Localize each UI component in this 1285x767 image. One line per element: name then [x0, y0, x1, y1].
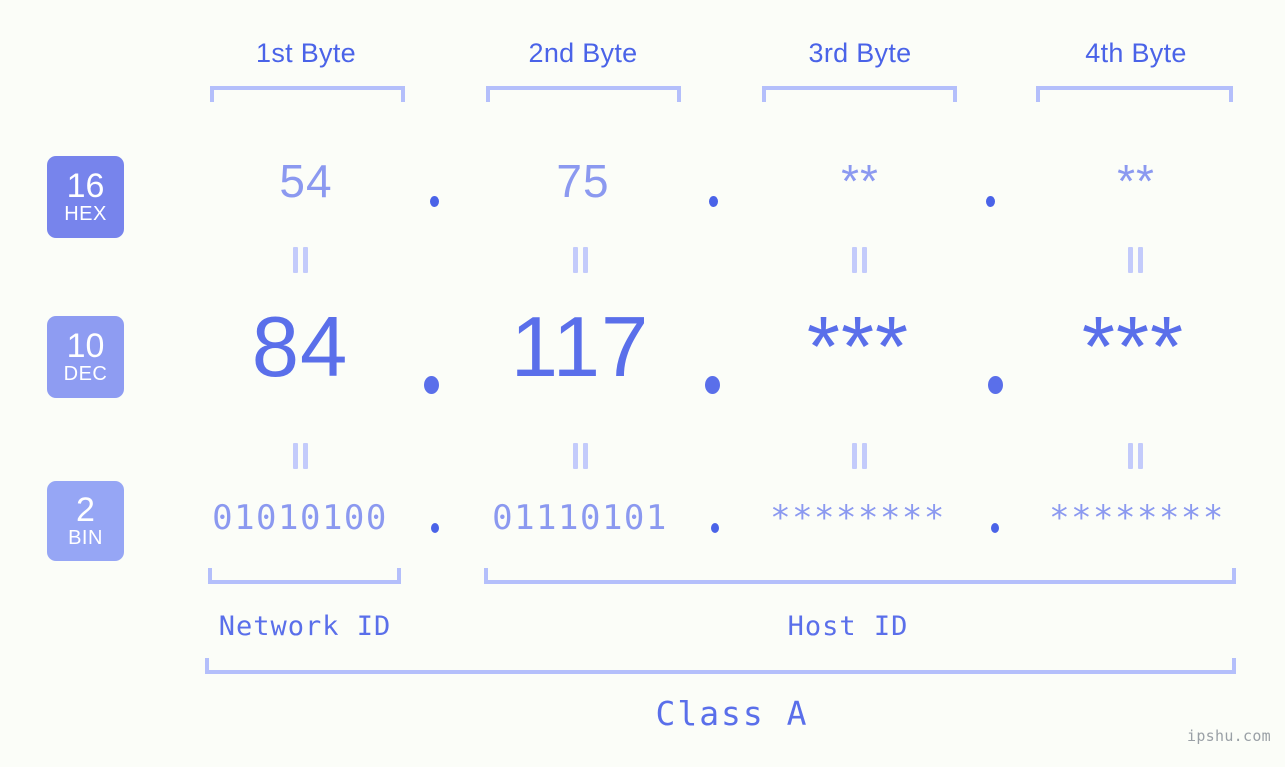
bin-separator-3	[991, 523, 999, 533]
network-id-label: Network ID	[218, 611, 392, 642]
dec-separator-2	[705, 376, 720, 394]
host-id-bracket	[484, 568, 1236, 584]
dec-separator-3	[988, 376, 1003, 394]
byte-bracket-2	[486, 86, 681, 102]
class-bracket	[205, 658, 1236, 674]
bin-byte-1-value: 01010100	[212, 498, 388, 538]
ip-breakdown-diagram: 1st Byte 2nd Byte 3rd Byte 4th Byte 16 H…	[0, 0, 1285, 767]
equality-mark-hex-dec-4	[1125, 247, 1147, 273]
byte-bracket-4	[1036, 86, 1233, 102]
byte-bracket-1	[210, 86, 405, 102]
hex-byte-1-value: 54	[279, 155, 333, 207]
class-label: Class A	[655, 694, 809, 733]
dec-byte-2-value: 117	[510, 300, 650, 395]
hex-byte-4-value: **	[1117, 155, 1155, 207]
radix-badge-hex: 16 HEX	[47, 156, 124, 238]
radix-badge-hex-abbr: HEX	[64, 203, 107, 225]
radix-badge-bin-number: 2	[76, 491, 95, 529]
radix-badge-hex-number: 16	[66, 167, 105, 205]
radix-badge-dec-number: 10	[66, 327, 105, 365]
byte-header-2: 2nd Byte	[528, 38, 638, 68]
byte-header-4: 4th Byte	[1085, 38, 1187, 68]
equality-mark-hex-dec-2	[570, 247, 592, 273]
bin-byte-4-value: ********	[1049, 498, 1225, 538]
hex-separator-1	[430, 196, 439, 207]
host-id-label: Host ID	[787, 611, 909, 642]
byte-bracket-3	[762, 86, 957, 102]
hex-separator-2	[709, 196, 718, 207]
bin-byte-3-value: ********	[770, 498, 946, 538]
radix-badge-dec-abbr: DEC	[63, 363, 108, 385]
bin-separator-1	[431, 523, 439, 533]
radix-badge-dec: 10 DEC	[47, 316, 124, 398]
hex-byte-2-value: 75	[556, 155, 610, 207]
equality-mark-hex-dec-1	[290, 247, 312, 273]
radix-badge-bin-abbr: BIN	[68, 527, 103, 549]
dec-byte-1-value: 84	[251, 300, 349, 395]
dec-byte-4-value: ***	[1081, 300, 1185, 395]
site-watermark: ipshu.com	[1187, 727, 1271, 745]
equality-mark-dec-bin-2	[570, 443, 592, 469]
bin-separator-2	[711, 523, 719, 533]
equality-mark-dec-bin-4	[1125, 443, 1147, 469]
byte-header-3: 3rd Byte	[808, 38, 912, 68]
radix-badge-bin: 2 BIN	[47, 481, 124, 561]
equality-mark-dec-bin-1	[290, 443, 312, 469]
equality-mark-hex-dec-3	[849, 247, 871, 273]
dec-separator-1	[424, 376, 439, 394]
network-id-bracket	[208, 568, 401, 584]
hex-byte-3-value: **	[841, 155, 879, 207]
byte-header-1: 1st Byte	[256, 38, 356, 68]
dec-byte-3-value: ***	[806, 300, 910, 395]
equality-mark-dec-bin-3	[849, 443, 871, 469]
bin-byte-2-value: 01110101	[492, 498, 668, 538]
hex-separator-3	[986, 196, 995, 207]
